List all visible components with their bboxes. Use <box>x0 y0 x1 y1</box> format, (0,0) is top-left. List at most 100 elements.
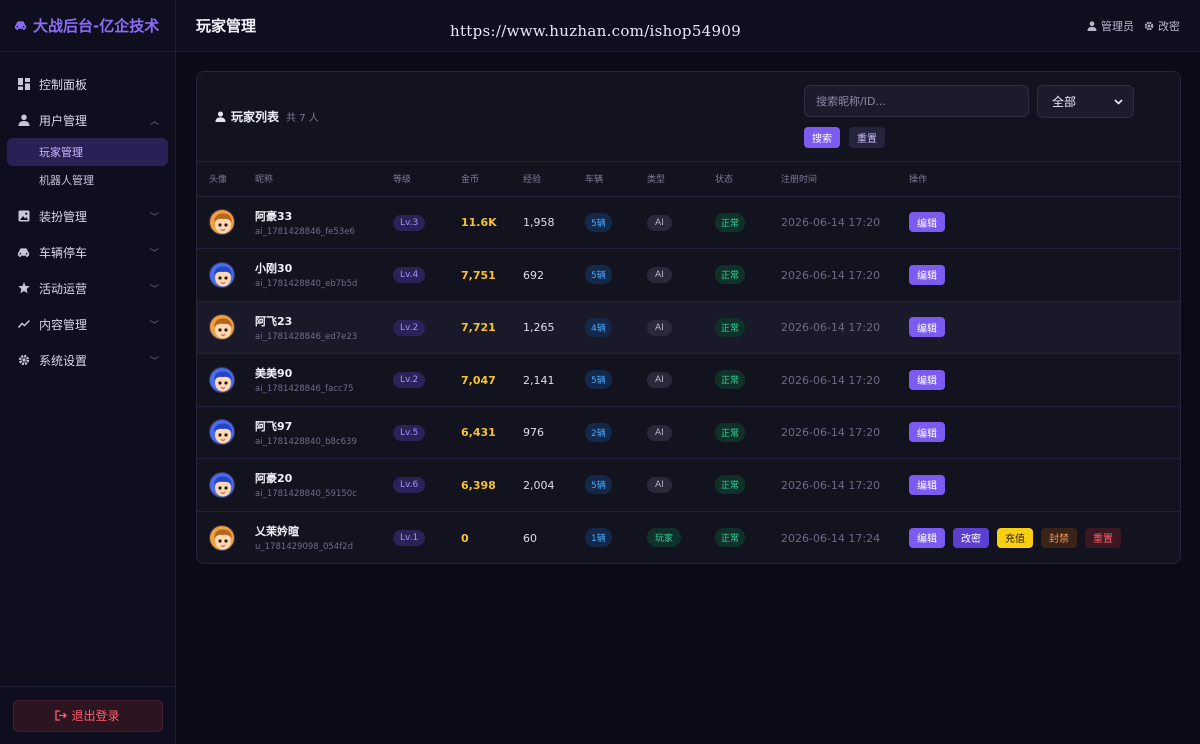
avatar <box>209 314 235 341</box>
sidebar-item-settings[interactable]: 系统设置 ﹀ <box>0 342 175 378</box>
coins-value: 0 <box>461 531 469 545</box>
avatar <box>209 471 235 498</box>
column-header: 车辆 <box>585 175 604 186</box>
type-badge: AI <box>647 424 672 441</box>
avatar <box>209 209 235 236</box>
type-badge: AI <box>647 477 672 494</box>
type-filter-value: 全部 <box>1052 95 1077 109</box>
edit-button[interactable]: 编辑 <box>909 317 945 338</box>
reset-player-button[interactable]: 重置 <box>1085 527 1121 548</box>
edit-button[interactable]: 编辑 <box>909 422 945 443</box>
card-title: 玩家列表 共 7 人 <box>215 108 319 125</box>
level-badge: Lv.2 <box>393 319 426 336</box>
coins-value: 7,721 <box>461 321 496 335</box>
exp-value: 1,265 <box>523 321 555 335</box>
level-badge: Lv.1 <box>393 530 426 546</box>
header-actions: 管理员 改密 <box>1087 18 1180 34</box>
player-nickname: 美美90 <box>255 367 293 381</box>
edit-button[interactable]: 编辑 <box>909 369 945 390</box>
coins-value: 6,398 <box>461 478 496 492</box>
exp-value: 2,004 <box>523 478 555 492</box>
table-row: 阿飞97 ai_1781428840_b8c639 Lv.5 6,431 976 2辆 AI… <box>197 406 1180 459</box>
recharge-button[interactable]: 充值 <box>997 527 1033 548</box>
image-icon <box>17 210 30 223</box>
register-time: 2026-06-14 17:20 <box>781 478 881 492</box>
admin-menu[interactable]: 管理员 <box>1087 18 1134 34</box>
exp-value: 692 <box>523 268 544 282</box>
chevron-down-icon: ﹀ <box>149 212 159 223</box>
list-title: 玩家列表 <box>231 110 280 124</box>
level-badge: Lv.4 <box>393 267 426 284</box>
type-badge: AI <box>647 319 672 336</box>
table-header-row: 头像 昵称 等级 金币 经验 车辆 类型 状态 注册时间 操作 <box>197 162 1180 196</box>
top-header: 玩家管理 https://www.huzhan.com/ishop54909 管… <box>176 0 1200 52</box>
sidebar-item-events[interactable]: 活动运营 ﹀ <box>0 270 175 306</box>
vehicle-count-badge: 5辆 <box>585 370 612 390</box>
player-nickname: 小刚30 <box>255 262 293 276</box>
logout-button[interactable]: 退出登录 <box>12 699 163 732</box>
type-badge: AI <box>647 372 672 389</box>
row-actions: 编辑 <box>909 422 1180 443</box>
status-badge: 正常 <box>715 422 746 442</box>
brand[interactable]: 大战后台-亿企技术 <box>0 0 175 52</box>
sidebar-subitem-robots[interactable]: 机器人管理 <box>7 166 168 194</box>
register-time: 2026-06-14 17:24 <box>781 531 881 545</box>
ban-button[interactable]: 封禁 <box>1041 527 1077 548</box>
sidebar-item-label: 装扮管理 <box>39 209 88 224</box>
chevron-down-icon <box>1114 98 1123 105</box>
sidebar: 大战后台-亿企技术 控制面板 用户管理 ︿ 玩家管理 机器人管理 装扮管理 ﹀ <box>0 0 176 744</box>
vehicle-count-badge: 5辆 <box>585 475 612 495</box>
search-button[interactable]: 搜索 <box>804 127 840 148</box>
sidebar-nav: 控制面板 用户管理 ︿ 玩家管理 机器人管理 装扮管理 ﹀ 车辆停车 ﹀ 活动运… <box>0 52 175 378</box>
logout-icon <box>55 710 68 721</box>
coins-value: 7,751 <box>461 268 496 282</box>
vehicle-count-badge: 5辆 <box>585 212 612 232</box>
sidebar-item-label: 活动运营 <box>39 281 88 296</box>
type-badge: 玩家 <box>647 528 682 547</box>
player-id: ai_1781428840_b8c639 <box>255 436 357 447</box>
register-time: 2026-06-14 17:20 <box>781 373 881 387</box>
change-password-button[interactable]: 改密 <box>953 527 989 548</box>
sidebar-item-dashboard[interactable]: 控制面板 <box>0 66 175 102</box>
sidebar-item-outfits[interactable]: 装扮管理 ﹀ <box>0 198 175 234</box>
edit-button[interactable]: 编辑 <box>909 474 945 495</box>
player-nickname: 阿豪20 <box>255 472 293 486</box>
page-title: 玩家管理 <box>196 17 257 35</box>
user-icon <box>17 114 30 127</box>
users-submenu: 玩家管理 机器人管理 <box>0 138 175 198</box>
player-id: u_1781429098_054f2d <box>255 542 353 552</box>
type-filter-select[interactable]: 全部 <box>1037 85 1134 118</box>
sidebar-item-label: 控制面板 <box>39 77 88 92</box>
sidebar-item-content[interactable]: 内容管理 ﹀ <box>0 306 175 342</box>
coins-value: 7,047 <box>461 373 496 387</box>
player-nickname: 乂茉妗暄 <box>255 525 299 538</box>
table-row: 美美90 ai_1781428846_facc75 Lv.2 7,047 2,141 5辆… <box>197 354 1180 406</box>
level-badge: Lv.2 <box>393 372 426 389</box>
logout-area: 退出登录 <box>0 686 175 744</box>
status-badge: 正常 <box>715 370 746 390</box>
edit-button[interactable]: 编辑 <box>909 212 945 233</box>
sidebar-subitem-players[interactable]: 玩家管理 <box>7 138 168 166</box>
sidebar-item-vehicles[interactable]: 车辆停车 ﹀ <box>0 234 175 270</box>
search-input[interactable] <box>804 85 1029 117</box>
type-badge: AI <box>647 214 672 231</box>
edit-button[interactable]: 编辑 <box>909 264 945 285</box>
row-actions: 编辑 <box>909 212 1180 233</box>
reset-button[interactable]: 重置 <box>849 127 885 148</box>
exp-value: 976 <box>523 426 544 440</box>
change-password-link[interactable]: 改密 <box>1144 18 1180 34</box>
car-icon <box>14 21 27 30</box>
sidebar-item-users[interactable]: 用户管理 ︿ <box>0 102 175 138</box>
player-id: ai_1781428846_facc75 <box>255 384 354 395</box>
edit-button[interactable]: 编辑 <box>909 527 945 548</box>
dashboard-icon <box>17 78 30 91</box>
star-icon <box>17 282 30 295</box>
type-badge: AI <box>647 267 672 284</box>
coins-value: 6,431 <box>461 426 496 440</box>
player-nickname: 阿豪33 <box>255 209 293 223</box>
status-badge: 正常 <box>715 265 746 285</box>
player-id: ai_1781428840_eb7b5d <box>255 279 358 290</box>
row-actions: 编辑 <box>909 474 1180 495</box>
table-row: 阿豪20 ai_1781428840_59150c Lv.6 6,398 2,004 5辆… <box>197 459 1180 511</box>
table-row: 阿飞23 ai_1781428846_ed7e23 Lv.2 7,721 1,265 4辆… <box>197 301 1180 354</box>
